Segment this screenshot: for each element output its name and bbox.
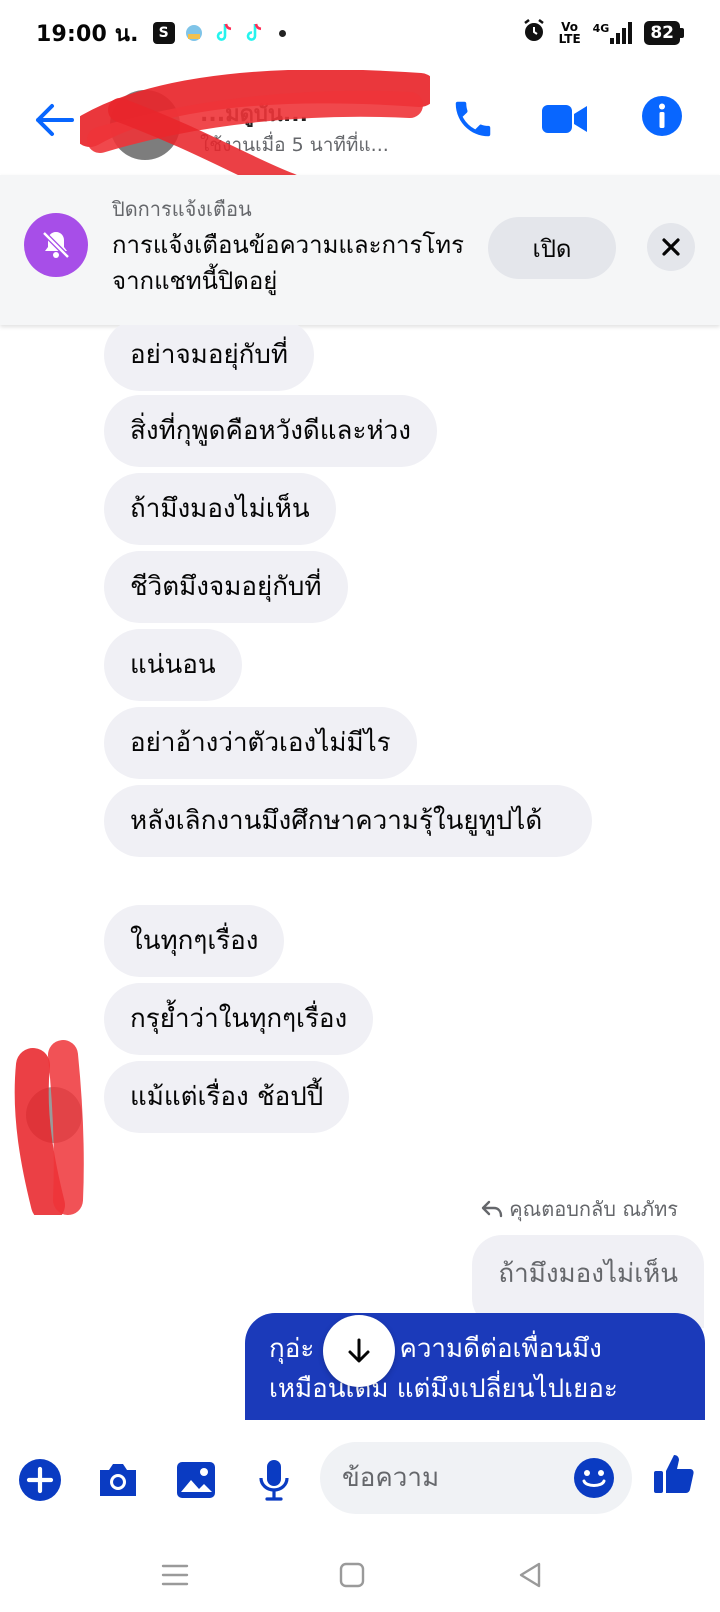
incoming-message[interactable]: แน่นอน — [104, 629, 242, 701]
microphone-icon — [259, 1460, 289, 1501]
incoming-message[interactable]: ชีวิตมึงจมอยุ่กับที่ — [104, 551, 348, 623]
info-icon — [642, 96, 682, 136]
reply-indicator-text: คุณตอบกลับ ณภัทร — [509, 1197, 678, 1221]
incoming-message[interactable]: กรุย้ำว่าในทุกๆเรื่อง — [104, 983, 374, 1055]
like-button[interactable] — [650, 1450, 698, 1498]
arrow-down-icon — [348, 1338, 370, 1363]
info-button[interactable] — [640, 94, 684, 142]
battery-level: 82 — [644, 21, 680, 45]
gallery-button[interactable] — [172, 1456, 220, 1504]
camera-button[interactable] — [94, 1456, 142, 1504]
chat-header: ...มดูบัน... ใช้งานเมื่อ 5 นาทีที่แ... — [0, 70, 720, 197]
sender-avatar-redacted — [14, 1040, 84, 1215]
recent-apps-button[interactable] — [150, 1550, 200, 1600]
video-camera-icon — [542, 105, 587, 133]
status-time: 19:00 น. — [36, 21, 139, 47]
voice-message-button[interactable] — [250, 1456, 298, 1504]
back-arrow-icon — [36, 104, 74, 136]
mute-notification-banner: ปิดการแจ้งเตือน การแจ้งเตือนข้อความและกา… — [0, 175, 720, 325]
status-right: Vo LTE 4G 82 — [521, 18, 684, 48]
close-icon — [662, 238, 680, 256]
back-button[interactable] — [30, 96, 78, 144]
app-notification-icon — [183, 22, 205, 44]
signal-icon — [610, 22, 633, 44]
muted-bell-icon — [24, 213, 88, 277]
menu-icon — [161, 1564, 189, 1586]
phone-icon — [455, 101, 491, 137]
emoji-button[interactable] — [572, 1456, 616, 1500]
image-icon — [177, 1462, 215, 1498]
incoming-message[interactable]: ถ้ามึงมองไม่เห็น — [104, 473, 336, 545]
voice-call-button[interactable] — [450, 96, 496, 146]
incoming-message[interactable]: สิ่งที่กุพูดคือหวังดีและห่วง — [104, 395, 437, 467]
add-button[interactable] — [16, 1456, 64, 1504]
mute-banner-title: ปิดการแจ้งเตือน — [112, 197, 252, 221]
incoming-message[interactable]: ในทุกๆเรื่อง — [104, 905, 285, 977]
video-call-button[interactable] — [540, 96, 590, 146]
tiktok-icon — [213, 22, 235, 44]
status-bar: 19:00 น. S Vo LTE 4G 82 — [0, 0, 720, 66]
signal-group: 4G — [593, 22, 633, 44]
status-app-icons: S — [152, 22, 286, 44]
scroll-to-bottom-button[interactable] — [323, 1315, 395, 1387]
camera-icon — [100, 1464, 136, 1496]
system-navigation-bar — [0, 1540, 720, 1612]
mute-banner-description: การแจ้งเตือนข้อความและการโทรจากแชทนี้ปิด… — [112, 231, 464, 295]
incoming-message[interactable]: อย่าจมอยุ่กับที่ — [104, 325, 315, 391]
unmute-button[interactable]: เปิด — [488, 217, 616, 279]
outgoing-message[interactable]: กุอ่ะ ...เห็น ความดีต่อเพื่อนมึง เหมือนเ… — [245, 1313, 705, 1420]
message-input[interactable] — [342, 1456, 552, 1500]
home-button[interactable] — [327, 1550, 377, 1600]
battery-icon: 82 — [644, 21, 684, 45]
message-composer — [0, 1420, 720, 1540]
triangle-back-icon — [519, 1562, 541, 1588]
more-notifications-dot — [278, 29, 286, 37]
close-banner-button[interactable] — [647, 223, 695, 271]
smiley-icon — [574, 1458, 614, 1498]
incoming-message[interactable]: แม้แต่เรื่อง ช้อปปี้ — [104, 1061, 350, 1133]
system-back-button[interactable] — [505, 1550, 555, 1600]
alarm-icon — [521, 18, 547, 48]
thumbs-up-icon — [654, 1455, 694, 1493]
plus-circle-icon — [19, 1459, 61, 1501]
volte-bottom: LTE — [558, 32, 581, 46]
reply-indicator: คุณตอบกลับ ณภัทร — [481, 1193, 678, 1225]
incoming-message[interactable]: หลังเลิกงานมึงศึกษาความรุ้ในยูทูปได้ — [104, 785, 592, 857]
network-type: 4G — [592, 22, 610, 35]
shopee-icon: S — [152, 22, 175, 44]
reply-arrow-icon — [482, 1200, 503, 1218]
volte-indicator: Vo LTE — [559, 21, 581, 45]
tiktok-icon-2 — [243, 22, 265, 44]
message-list[interactable]: อย่าจมอยุ่กับที่ สิ่งที่กุพูดคือหวังดีแล… — [0, 325, 720, 1420]
square-icon — [339, 1562, 365, 1588]
message-input-container[interactable] — [320, 1442, 632, 1514]
incoming-message[interactable]: อย่าอ้างว่าตัวเองไม่มีไร — [104, 707, 417, 779]
